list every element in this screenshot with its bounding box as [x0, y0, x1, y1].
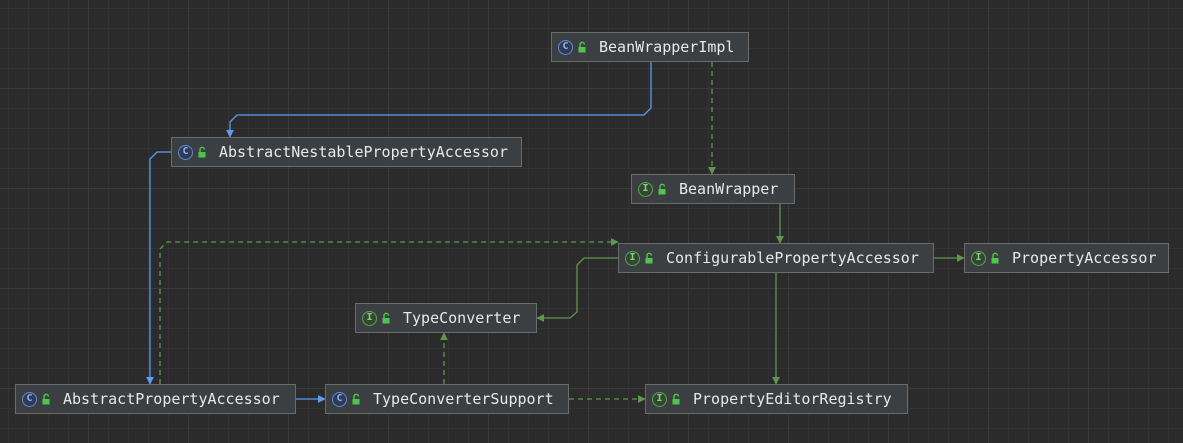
public-lock-icon — [352, 393, 360, 405]
public-lock-icon — [658, 183, 666, 195]
public-lock-icon — [672, 393, 680, 405]
public-lock-icon — [42, 393, 50, 405]
interface-icon: I — [625, 250, 640, 266]
interface-icon: I — [638, 181, 653, 197]
node-beanwrapperimpl[interactable]: C BeanWrapperImpl — [551, 32, 749, 62]
interface-icon: I — [362, 310, 377, 326]
node-beanwrapper[interactable]: I BeanWrapper — [631, 174, 795, 204]
public-lock-icon — [382, 312, 390, 324]
interface-icon: I — [652, 391, 667, 407]
uml-diagram-canvas: C BeanWrapperImpl C AbstractNestablePropert… — [0, 0, 1183, 443]
node-propertyaccessor[interactable]: I PropertyAccessor — [964, 243, 1169, 273]
public-lock-icon — [198, 146, 206, 158]
node-label: AbstractPropertyAccessor — [63, 390, 280, 408]
node-label: BeanWrapperImpl — [599, 38, 735, 56]
class-icon: C — [558, 39, 573, 55]
node-label: PropertyAccessor — [1012, 249, 1157, 267]
class-icon: C — [178, 144, 193, 160]
diagram-edges — [146, 62, 965, 403]
node-label: ConfigurablePropertyAccessor — [666, 249, 919, 267]
class-icon: C — [22, 391, 37, 407]
node-propertyeditorregistry[interactable]: I PropertyEditorRegistry — [645, 384, 908, 414]
edge-abstractnestable-extends-abstractproperty — [146, 151, 171, 385]
node-label: TypeConverterSupport — [373, 390, 554, 408]
edge-beanwrapperimpl-extends-abstractnestable — [226, 62, 652, 138]
node-abstractnestable[interactable]: C AbstractNestablePropertyAccessor — [171, 137, 522, 167]
edge-configurable-extends-typeconverter — [536, 257, 618, 322]
node-label: TypeConverter — [403, 309, 521, 327]
public-lock-icon — [578, 41, 586, 53]
node-typeconverter[interactable]: I TypeConverter — [355, 303, 537, 333]
interface-icon: I — [971, 250, 986, 266]
class-icon: C — [332, 391, 347, 407]
node-abstractproperty[interactable]: C AbstractPropertyAccessor — [15, 384, 296, 414]
public-lock-icon — [991, 252, 999, 264]
node-label: PropertyEditorRegistry — [693, 390, 892, 408]
node-label: AbstractNestablePropertyAccessor — [219, 143, 508, 161]
node-label: BeanWrapper — [679, 180, 779, 198]
node-configurable[interactable]: I ConfigurablePropertyAccessor — [618, 243, 934, 273]
public-lock-icon — [645, 252, 653, 264]
node-typeconvertersupport[interactable]: C TypeConverterSupport — [325, 384, 569, 414]
